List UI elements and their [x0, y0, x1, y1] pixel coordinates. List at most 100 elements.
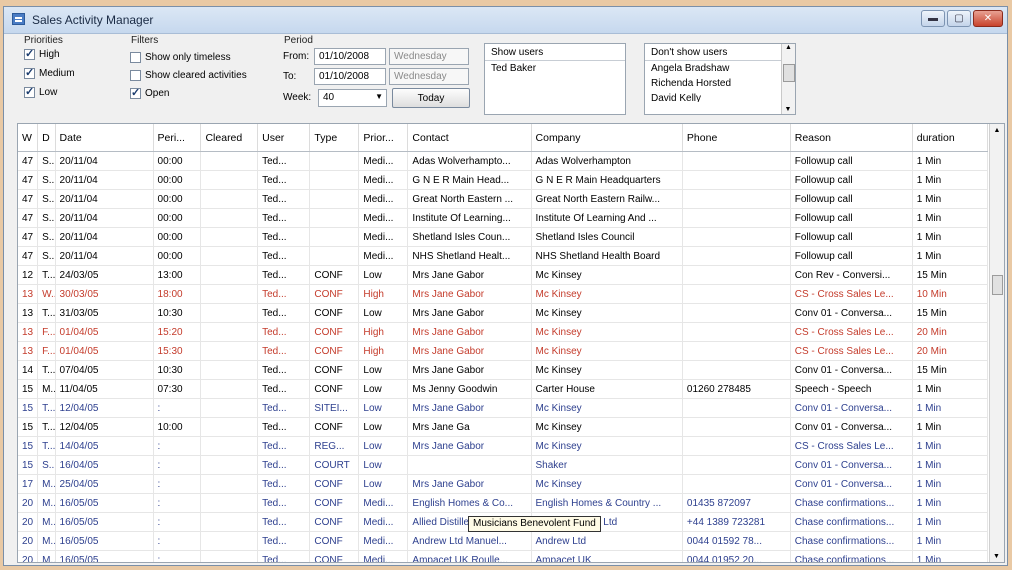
column-header[interactable]: Peri...: [153, 124, 202, 152]
column-header[interactable]: Type: [309, 124, 360, 152]
table-row[interactable]: 47S...20/11/0400:00Ted...Medi...Great No…: [18, 189, 989, 209]
list-item[interactable]: Richenda Horsted: [645, 76, 795, 91]
priority-medium-checkbox[interactable]: Medium: [24, 66, 75, 79]
cell-user: Ted...: [257, 246, 311, 266]
column-header[interactable]: D: [37, 124, 56, 152]
table-row[interactable]: 13 F... 01/04/05 15:20 Ted... CONF High Mrs Jan…: [18, 322, 989, 342]
title-bar[interactable]: Sales Activity Manager ▬ ▢ ✕: [4, 7, 1007, 34]
column-header[interactable]: Company: [531, 124, 683, 152]
scroll-thumb[interactable]: [992, 275, 1003, 295]
to-date-field[interactable]: 01/10/2008: [314, 68, 386, 85]
cell-user: Ted...: [257, 341, 311, 361]
cell-contact: English Homes & Co...: [407, 493, 532, 513]
cell-reason: Con Rev - Conversi...: [790, 265, 913, 285]
cell-period: :: [153, 512, 202, 532]
cell-type: CONF: [309, 512, 360, 532]
table-row[interactable]: 15 T... 14/04/05: Ted... REG... Low Mrs Jane G…: [18, 436, 989, 456]
cell-w: 15: [18, 436, 39, 456]
cell-reason: Conv 01 - Conversa...: [790, 360, 913, 380]
scroll-thumb[interactable]: [783, 64, 795, 82]
checkbox-label: Show cleared activities: [145, 70, 247, 81]
scroll-down-icon[interactable]: ▼: [990, 553, 1003, 560]
column-header[interactable]: User: [257, 124, 311, 152]
show-cleared-checkbox[interactable]: Show cleared activities: [130, 70, 247, 81]
table-row[interactable]: 12 T... 24/03/05 13:00 Ted... CONF Low Mrs Jane…: [18, 265, 989, 285]
cell-w: 14: [18, 360, 39, 380]
open-checkbox[interactable]: Open: [130, 86, 169, 99]
list-item[interactable]: Ted Baker: [485, 61, 625, 76]
column-header[interactable]: Cleared: [200, 124, 259, 152]
scroll-up-icon[interactable]: ▲: [782, 44, 795, 51]
table-row[interactable]: 17M...25/04/05: Ted...CONFLowMrs Jane Gab…: [18, 474, 989, 494]
table-row[interactable]: 15 T... 12/04/05: Ted... SITEI... Low Mrs Jane…: [18, 398, 989, 418]
window-controls: ▬ ▢ ✕: [921, 10, 1003, 27]
column-header[interactable]: Prior...: [358, 124, 409, 152]
from-date-field[interactable]: 01/10/2008: [314, 48, 386, 65]
table-row[interactable]: 13 T... 31/03/05 10:30 Ted... CONF Low Mrs Jane…: [18, 303, 989, 323]
cell-user: Ted...: [257, 512, 311, 532]
list-item[interactable]: David Kelly: [645, 91, 795, 102]
cell-user: Ted...: [257, 398, 311, 418]
column-header[interactable]: duration: [912, 124, 989, 152]
priority-high-checkbox[interactable]: High: [24, 47, 60, 60]
cell-w: 15: [18, 379, 39, 399]
table-body: 47S...20/11/0400:00Ted...Medi...Adas Wol…: [18, 151, 989, 562]
maximize-button[interactable]: ▢: [947, 10, 971, 27]
checkbox-label: Show only timeless: [145, 52, 231, 63]
table-row[interactable]: 14 T... 07/04/05 10:30 Ted... CONF Low Mrs Jane…: [18, 360, 989, 380]
table-row[interactable]: 20M...16/05/05:Ted...CONFMedi...Ampacet …: [18, 550, 989, 562]
table-row[interactable]: 47S...20/11/0400:00Ted...Medi...Shetland…: [18, 227, 989, 247]
cell-company: Mc Kinsey: [531, 284, 683, 304]
table-row[interactable]: 15 T... 12/04/05 10:00 Ted... CONF Low Mrs Jane…: [18, 417, 989, 437]
cell-company: Adas Wolverhampton: [531, 151, 683, 171]
cell-company: Institute Of Learning And ...: [531, 208, 683, 228]
table-row[interactable]: 47S...20/11/0400:00Ted...Medi...Adas Wol…: [18, 151, 989, 171]
column-header[interactable]: Reason: [790, 124, 913, 152]
table-row[interactable]: 13W...30/03/0518:00 Ted...CONFHighMrs Jan…: [18, 284, 989, 304]
cell-user: Ted...: [257, 151, 311, 171]
cell-cleared: [200, 493, 259, 513]
table-row[interactable]: 47S...20/11/0400:00Ted...Medi...NHS Shet…: [18, 246, 989, 266]
cell-d: S...: [37, 246, 56, 266]
cell-d: M...: [37, 550, 56, 562]
cell-type: CONF: [309, 550, 360, 562]
minimize-button[interactable]: ▬: [921, 10, 945, 27]
table-row[interactable]: 15S...16/04/05: Ted...COURTLow Shaker Conv …: [18, 455, 989, 475]
scroll-up-icon[interactable]: ▲: [990, 124, 1004, 134]
show-timeless-checkbox[interactable]: Show only timeless: [130, 52, 231, 63]
table-row[interactable]: 15M...11/04/0507:30 Ted...CONFLowMs Jenny…: [18, 379, 989, 399]
cell-phone: 01260 278485: [682, 379, 791, 399]
show-users-list[interactable]: Show users Ted Baker: [484, 43, 626, 115]
close-button[interactable]: ✕: [973, 10, 1003, 27]
list-item[interactable]: Angela Bradshaw: [645, 61, 795, 76]
priority-low-checkbox[interactable]: Low: [24, 85, 57, 98]
cell-d: S...: [37, 189, 56, 209]
column-header[interactable]: W: [18, 124, 39, 152]
checkbox-box: [130, 52, 141, 63]
cell-date: 16/05/05: [55, 550, 154, 562]
cell-d: T...: [37, 417, 56, 437]
column-header[interactable]: Contact: [407, 124, 532, 152]
cell-cleared: [200, 550, 259, 562]
period-label: Period: [284, 35, 313, 46]
cell-d: F...: [37, 322, 56, 342]
column-header[interactable]: Date: [55, 124, 154, 152]
cell-d: T...: [37, 303, 56, 323]
table-row[interactable]: 20M...16/05/05:Ted...CONFMedi...Andrew L…: [18, 531, 989, 551]
table-row[interactable]: 47S...20/11/0400:00Ted...Medi...G N E R …: [18, 170, 989, 190]
today-button[interactable]: Today: [392, 88, 470, 108]
week-select[interactable]: 40 ▼: [318, 89, 387, 107]
table-row[interactable]: 47S...20/11/0400:00Ted...Medi...Institut…: [18, 208, 989, 228]
table-row[interactable]: 13 F... 01/04/05 15:30 Ted... CONF High Mrs Jan…: [18, 341, 989, 361]
cell-phone: [682, 208, 791, 228]
scroll-down-icon[interactable]: ▼: [782, 106, 794, 113]
cell-date: 20/11/04: [55, 170, 154, 190]
cell-type: SITEI...: [309, 398, 360, 418]
column-header[interactable]: Phone: [682, 124, 791, 152]
table-row[interactable]: 20M...16/05/05:Ted...CONFMedi...English …: [18, 493, 989, 513]
cell-contact: [407, 455, 532, 475]
users-scrollbar[interactable]: ▲ ▼: [781, 44, 795, 114]
grid-scrollbar[interactable]: ▲ ▼: [989, 124, 1004, 562]
cell-contact: Great North Eastern ...: [407, 189, 532, 209]
dont-show-users-list[interactable]: Don't show users Angela Bradshaw Richend…: [644, 43, 796, 115]
